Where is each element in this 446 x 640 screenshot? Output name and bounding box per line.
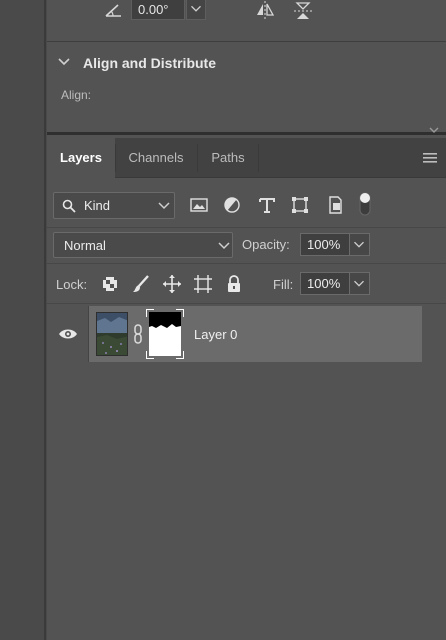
align-label: Align: [61, 88, 92, 102]
opacity-label[interactable]: Opacity: [242, 237, 290, 252]
type-filter-icon[interactable] [257, 195, 277, 215]
lock-fill-row: Lock: Fill: 100% [47, 264, 446, 304]
chevron-down-icon [354, 280, 364, 287]
rotation-angle-input[interactable]: 0.00° [131, 0, 185, 20]
fill-input[interactable]: 100% [300, 272, 350, 295]
chevron-down-icon[interactable] [428, 125, 440, 135]
blend-mode-value: Normal [64, 238, 106, 253]
blend-mode-select[interactable]: Normal [53, 232, 233, 258]
tab-channels[interactable]: Channels [116, 138, 196, 178]
adjustment-filter-icon[interactable] [222, 195, 242, 215]
tab-divider [258, 144, 259, 172]
flip-horizontal-icon[interactable] [254, 0, 276, 20]
left-dock-strip [0, 0, 46, 640]
panel-tab-bar: Layers Channels Paths [47, 138, 446, 178]
chevron-down-icon [158, 202, 170, 210]
search-icon [62, 199, 76, 213]
angle-icon [105, 4, 121, 17]
layers-panel-dock: 0.00° Align and Distribute Align: Layers… [47, 0, 446, 640]
align-distribute-section: Align and Distribute Align: [47, 43, 446, 135]
lock-transparent-icon[interactable] [100, 274, 120, 294]
image-filter-icon[interactable] [189, 195, 209, 215]
fill-dropdown[interactable] [350, 272, 370, 295]
layer-mask-thumbnail[interactable] [146, 309, 184, 359]
filter-kind-select[interactable]: Kind [53, 192, 175, 219]
align-distribute-title[interactable]: Align and Distribute [83, 55, 216, 71]
chevron-down-icon [218, 242, 230, 250]
chevron-down-icon [191, 5, 201, 12]
filter-kind-label: Kind [84, 198, 111, 213]
opacity-input[interactable]: 100% [300, 233, 350, 256]
layer-row[interactable]: Layer 0 [47, 306, 422, 362]
layer-name[interactable]: Layer 0 [194, 327, 237, 342]
shape-filter-icon[interactable] [290, 195, 310, 215]
tab-paths[interactable]: Paths [198, 138, 258, 178]
tab-layers[interactable]: Layers [47, 138, 115, 178]
lock-label: Lock: [56, 277, 88, 292]
eye-icon [59, 329, 77, 339]
lock-image-icon[interactable] [131, 274, 151, 294]
blend-mode-row: Normal Opacity: 100% [47, 228, 446, 264]
layer-filter-row: Kind [47, 180, 446, 228]
lock-all-icon[interactable] [224, 274, 244, 294]
smart-object-filter-icon[interactable] [325, 195, 345, 215]
opacity-dropdown[interactable] [350, 233, 370, 256]
filter-toggle-switch[interactable] [358, 191, 372, 217]
chevron-down-icon [354, 241, 364, 248]
lock-position-icon[interactable] [162, 274, 182, 294]
link-chain-icon[interactable] [132, 323, 144, 345]
layer-thumbnail[interactable] [96, 312, 128, 356]
rotation-angle-dropdown[interactable] [186, 0, 206, 20]
fill-label[interactable]: Fill: [273, 277, 293, 292]
layer-visibility-toggle[interactable] [47, 306, 89, 362]
flip-vertical-icon[interactable] [292, 0, 314, 22]
properties-transform-row: 0.00° [47, 0, 446, 42]
chevron-down-icon[interactable] [57, 57, 71, 67]
layer-thumbnail-image [97, 313, 127, 355]
panel-menu-icon[interactable] [423, 153, 437, 163]
lock-artboard-icon[interactable] [193, 274, 213, 294]
